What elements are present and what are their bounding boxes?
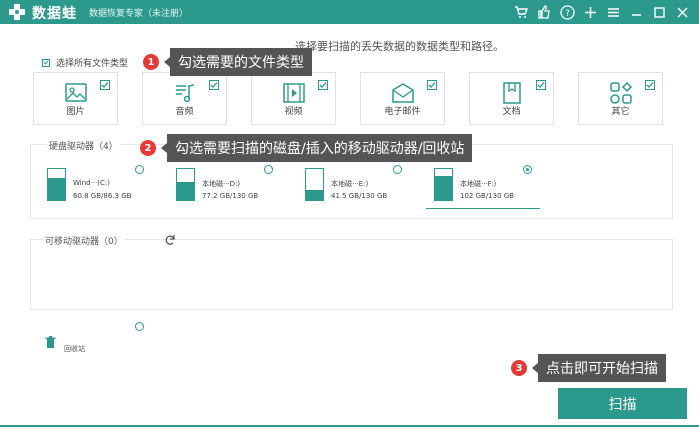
- file-type-label: 视频: [284, 107, 303, 117]
- bottom-accent-line: [0, 425, 699, 427]
- removable-drive-title: 可移动驱动器（0）: [43, 234, 125, 247]
- recycle-bin-radio[interactable]: [135, 322, 144, 331]
- title-bar: 数据蛙 数据恢复专家（未注册） ?: [0, 0, 699, 24]
- app-title: 数据蛙: [32, 6, 77, 22]
- email-icon: [391, 83, 414, 103]
- scan-button[interactable]: 扫描: [558, 388, 687, 419]
- cart-icon[interactable]: [512, 3, 530, 21]
- app-logo-icon: [9, 4, 25, 20]
- drive-size: 41.5 GB/130 GB: [331, 192, 388, 200]
- callout-step-1: 勾选需要的文件类型: [164, 48, 312, 76]
- drive-usage-fill: [435, 175, 452, 200]
- refresh-icon[interactable]: [164, 234, 176, 246]
- drive-icon: [176, 168, 195, 201]
- drive-item[interactable]: Wind···(C:) 60.8 GB/86.3 GB: [47, 168, 157, 208]
- file-type-label: 其它: [611, 107, 630, 117]
- file-type-document[interactable]: 文档: [469, 72, 554, 125]
- plus-icon[interactable]: [581, 3, 599, 21]
- drive-radio-selected[interactable]: [523, 165, 532, 174]
- audio-icon: [175, 84, 194, 103]
- drive-icon: [434, 168, 453, 201]
- drive-name: 本地磁···E:): [331, 180, 369, 188]
- drive-name: Wind···(C:): [73, 179, 110, 187]
- recycle-bin-label: 回收站: [64, 345, 85, 353]
- checkbox-icon[interactable]: [427, 80, 437, 90]
- step-badge: 1: [143, 54, 159, 70]
- callout-step-3: 点击即可开始扫描: [532, 354, 666, 382]
- drive-size: 60.8 GB/86.3 GB: [73, 192, 132, 200]
- checkbox-icon[interactable]: [100, 80, 110, 90]
- thumbs-up-icon[interactable]: [535, 3, 553, 21]
- file-type-email[interactable]: 电子邮件: [360, 72, 445, 125]
- file-type-audio[interactable]: 音频: [142, 72, 227, 125]
- svg-text:?: ?: [565, 9, 570, 19]
- drive-item[interactable]: 本地磁···D:) 77.2 GB/130 GB: [176, 168, 286, 208]
- step-badge: 3: [511, 360, 527, 376]
- hard-drive-title: 硬盘驱动器（4）: [47, 139, 120, 152]
- drive-radio[interactable]: [135, 165, 144, 174]
- drive-item[interactable]: 本地磁···E:) 41.5 GB/130 GB: [305, 168, 415, 208]
- drive-icon: [47, 168, 66, 201]
- file-type-list: 图片 音频 视频 电子邮件 文档 其它: [33, 72, 669, 127]
- trash-icon: [45, 336, 56, 348]
- callout-step-2: 勾选需要扫描的磁盘/插入的移动驱动器/回收站: [160, 134, 473, 162]
- drive-icon: [305, 168, 324, 201]
- minimize-icon[interactable]: [627, 3, 645, 21]
- drive-name: 本地磁···D:): [202, 180, 241, 188]
- drive-size: 77.2 GB/130 GB: [202, 192, 259, 200]
- drive-usage-fill: [177, 181, 194, 200]
- file-type-other[interactable]: 其它: [578, 72, 663, 125]
- drive-radio[interactable]: [264, 165, 273, 174]
- file-type-image[interactable]: 图片: [33, 72, 118, 125]
- step-badge: 2: [140, 140, 156, 156]
- image-icon: [64, 83, 87, 102]
- menu-icon[interactable]: [604, 3, 622, 21]
- selected-underline: [426, 208, 540, 209]
- file-type-video[interactable]: 视频: [251, 72, 336, 125]
- instruction-text: 选择要扫描的丢失数据的数据类型和路径。: [295, 40, 504, 53]
- drive-usage-fill: [306, 190, 323, 200]
- checkbox-icon[interactable]: [42, 58, 50, 67]
- removable-drive-panel: [30, 239, 673, 310]
- maximize-icon[interactable]: [650, 3, 668, 21]
- app-subtitle: 数据恢复专家（未注册）: [89, 9, 189, 19]
- file-type-label: 电子邮件: [384, 107, 421, 117]
- close-icon[interactable]: [673, 3, 691, 21]
- file-type-label: 文档: [502, 107, 521, 117]
- checkbox-icon[interactable]: [645, 80, 655, 90]
- drive-item-selected[interactable]: 本地磁···F:) 102 GB/130 GB: [434, 168, 544, 208]
- other-icon: [609, 81, 632, 104]
- video-icon: [282, 83, 305, 103]
- checkbox-icon[interactable]: [536, 80, 546, 90]
- select-all-label: 选择所有文件类型: [56, 59, 129, 69]
- checkbox-icon[interactable]: [318, 80, 328, 90]
- drive-size: 102 GB/130 GB: [460, 192, 514, 200]
- select-all-checkbox[interactable]: 选择所有文件类型: [42, 56, 128, 69]
- file-type-label: 图片: [66, 107, 85, 117]
- drive-radio[interactable]: [393, 165, 402, 174]
- drive-name: 本地磁···F:): [460, 180, 497, 188]
- checkbox-icon[interactable]: [209, 80, 219, 90]
- help-icon[interactable]: ?: [558, 3, 576, 21]
- document-icon: [502, 82, 521, 104]
- drive-usage-fill: [48, 178, 65, 200]
- file-type-label: 音频: [175, 107, 194, 117]
